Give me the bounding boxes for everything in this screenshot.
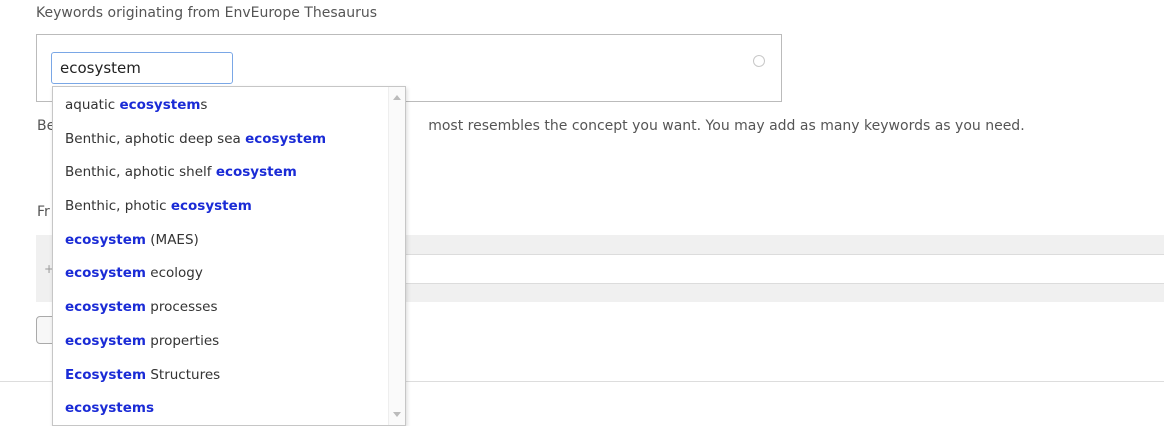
suggestion-post-text: properties	[145, 332, 220, 349]
suggestion-item[interactable]: Benthic, photic ecosystem	[53, 190, 389, 224]
suggestion-item[interactable]: aquatic ecosystems	[53, 89, 389, 123]
suggestion-post-text: Structures	[146, 366, 221, 383]
page: Keywords originating from EnvEurope Thes…	[0, 0, 1164, 426]
section-label: Keywords originating from EnvEurope Thes…	[36, 5, 377, 21]
suggestion-match-text: Ecosystem	[65, 366, 147, 383]
suggestion-post-text: processes	[145, 299, 218, 316]
suggestion-item[interactable]: ecosystem ecology	[53, 257, 389, 291]
suggestion-item[interactable]: Ecosystem Structures	[53, 359, 389, 393]
suggestion-match-text: ecosystem	[245, 130, 327, 147]
suggestion-match-text: ecosystem	[119, 97, 201, 113]
suggestion-match-text: ecosystem	[65, 231, 146, 248]
fragment-label: Fr	[37, 204, 50, 220]
scroll-up-icon[interactable]	[393, 95, 401, 100]
suggestion-match-text: ecosystem	[170, 198, 252, 215]
suggestion-item[interactable]: ecosystems	[53, 392, 389, 425]
autocomplete-dropdown[interactable]: aquatic ecosystems Benthic, aphotic deep …	[52, 86, 406, 426]
suggestion-match-text: ecosystem	[65, 332, 146, 349]
suggestion-item[interactable]: ecosystem properties	[53, 325, 389, 359]
dropdown-scrollbar[interactable]	[388, 87, 405, 425]
suggestion-item[interactable]: ecosystem (MAES)	[53, 224, 389, 258]
suggestion-pre-text: Benthic, aphotic deep sea	[65, 130, 246, 147]
suggestion-list: aquatic ecosystems Benthic, aphotic deep …	[53, 89, 389, 425]
suggestion-post-text: s	[200, 97, 208, 113]
suggestion-item[interactable]: Benthic, aphotic shelf ecosystem	[53, 156, 389, 190]
suggestion-pre-text: aquatic	[65, 97, 120, 113]
suggestion-match-text: ecosystem	[65, 299, 146, 316]
suggestion-match-text: ecosystems	[65, 400, 155, 417]
suggestion-item[interactable]: ecosystem processes	[53, 291, 389, 325]
keyword-search-input[interactable]	[51, 52, 233, 84]
scroll-down-icon[interactable]	[393, 412, 401, 417]
suggestion-match-text: ecosystem	[215, 164, 297, 181]
suggestion-match-text: ecosystem	[65, 265, 146, 282]
help-text-suffix: most resembles the concept you want. You…	[428, 118, 1025, 134]
suggestion-post-text: ecology	[145, 265, 203, 282]
suggestion-post-text: (MAES)	[145, 231, 199, 248]
spinner-icon	[753, 55, 765, 67]
fragment-input[interactable]	[406, 254, 1164, 284]
suggestion-pre-text: Benthic, photic	[65, 198, 171, 215]
suggestion-item[interactable]: Benthic, aphotic deep sea ecosystem	[53, 123, 389, 157]
suggestion-pre-text: Benthic, aphotic shelf	[65, 164, 216, 181]
